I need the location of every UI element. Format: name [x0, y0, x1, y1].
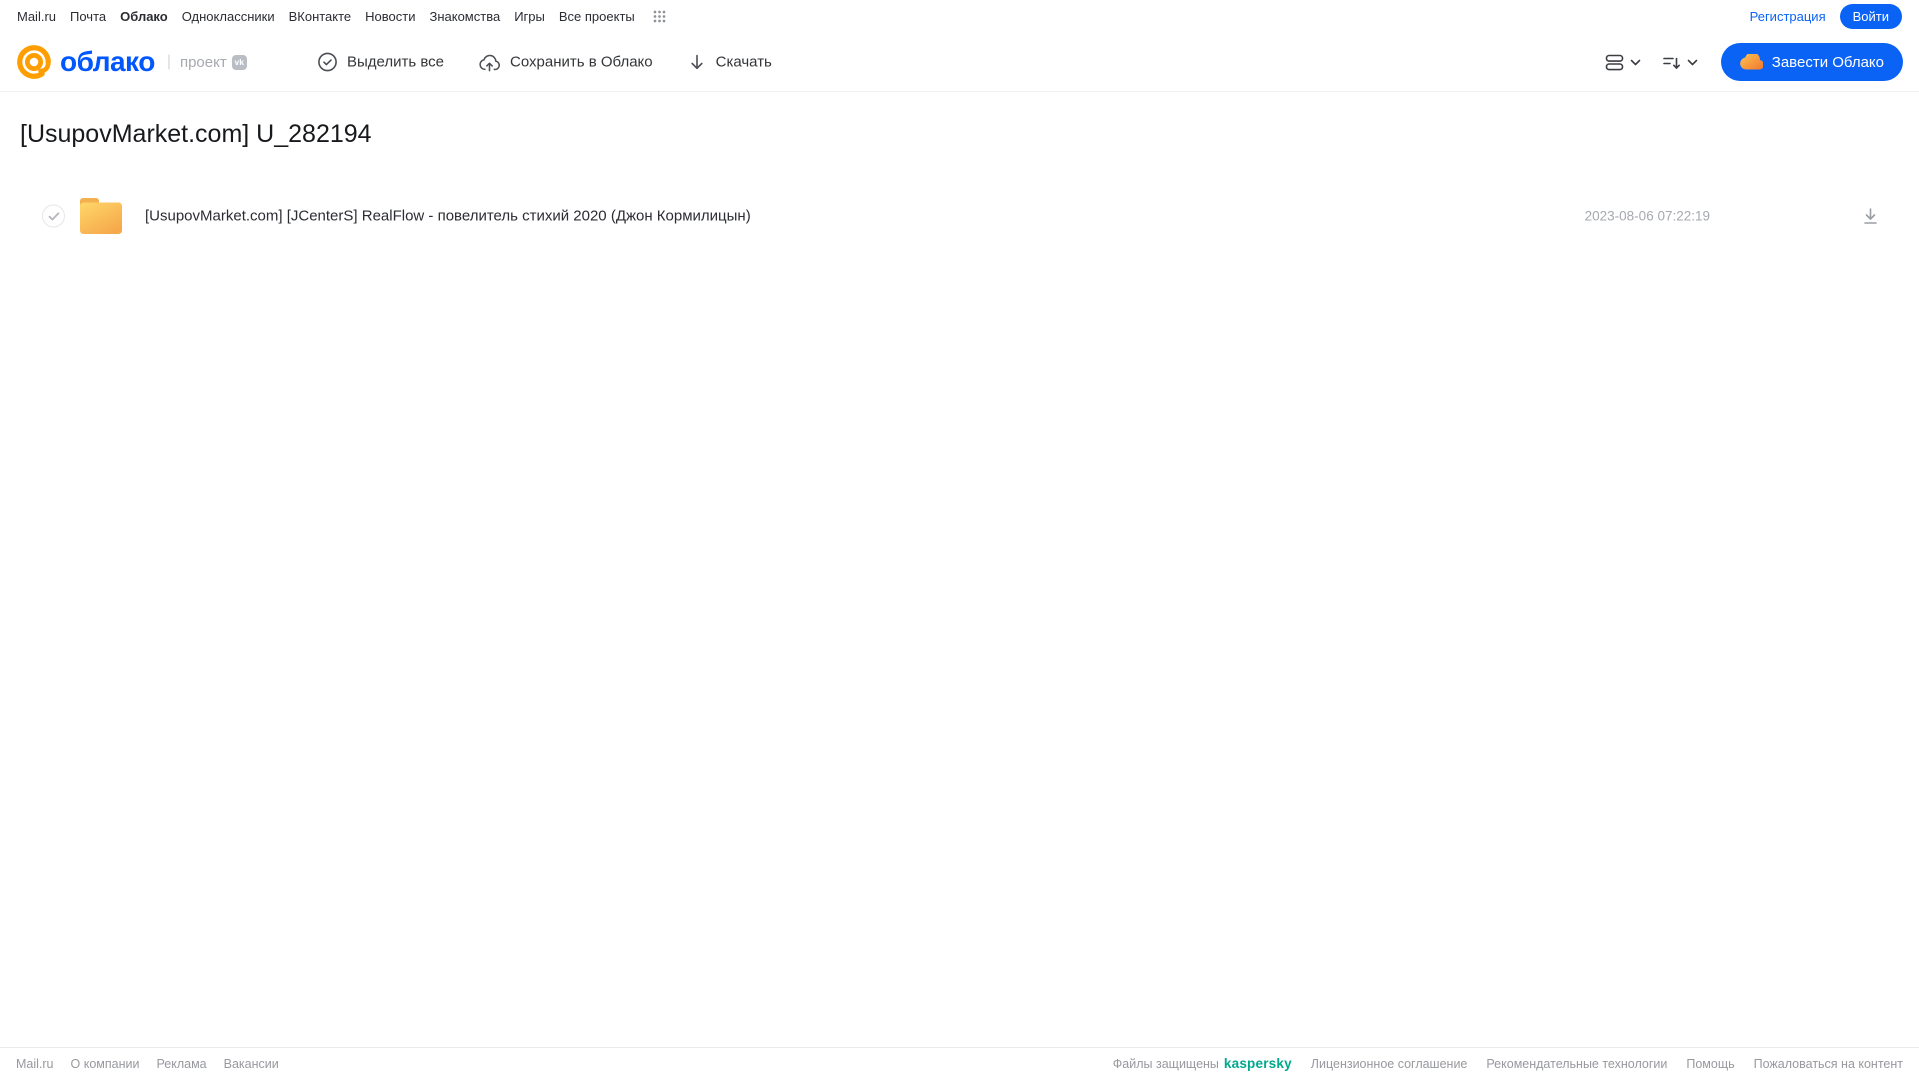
footer-link-about[interactable]: О компании	[71, 1057, 140, 1071]
nav-link-games[interactable]: Игры	[514, 9, 545, 24]
nav-link-all-projects[interactable]: Все проекты	[559, 9, 635, 24]
header-right-controls: Завести Облако	[1601, 43, 1903, 81]
row-checkbox[interactable]	[42, 204, 65, 228]
save-to-cloud-label: Сохранить в Облако	[510, 53, 653, 71]
file-name[interactable]: [UsupovMarket.com] [JCenterS] RealFlow -…	[145, 208, 751, 225]
page-title: [UsupovMarket.com] U_282194	[20, 120, 372, 148]
create-cloud-button[interactable]: Завести Облако	[1720, 43, 1903, 81]
file-date: 2023-08-06 07:22:19	[1584, 208, 1710, 224]
download-label: Скачать	[715, 53, 772, 71]
brand-wordmark: облако	[60, 46, 155, 77]
footer-link-ads[interactable]: Реклама	[156, 1057, 206, 1071]
cloud-upload-icon	[478, 52, 501, 72]
check-circle-icon	[317, 52, 338, 73]
app-header: облако | проект vk Выделить все Сохранит…	[0, 33, 1919, 92]
row-download-icon[interactable]	[1861, 207, 1880, 226]
list-view-icon	[1605, 53, 1624, 72]
select-all-button[interactable]: Выделить все	[317, 52, 444, 73]
footer-link-license[interactable]: Лицензионное соглашение	[1311, 1057, 1468, 1071]
nav-link-vkontakte[interactable]: ВКонтакте	[289, 9, 352, 24]
nav-link-mailru[interactable]: Mail.ru	[17, 9, 56, 24]
view-mode-dropdown[interactable]	[1601, 49, 1645, 76]
sort-dropdown[interactable]	[1658, 50, 1702, 75]
footer-right-links: Файлы защищены kaspersky Лицензионное со…	[1113, 1056, 1903, 1071]
select-all-label: Выделить все	[347, 53, 445, 71]
nav-link-dating[interactable]: Знакомства	[429, 9, 500, 24]
apps-grid-icon[interactable]	[653, 10, 666, 23]
vk-badge-icon: vk	[231, 54, 247, 70]
sort-icon	[1662, 54, 1681, 71]
cloud-mailru-page: Mail.ru Почта Облако Одноклассники ВКонт…	[0, 0, 1919, 1079]
file-row[interactable]: [UsupovMarket.com] [JCenterS] RealFlow -…	[0, 192, 1919, 240]
nav-link-mail[interactable]: Почта	[70, 9, 106, 24]
toolbar-actions: Выделить все Сохранить в Облако Скачать	[317, 52, 772, 73]
mailru-at-icon	[15, 43, 53, 81]
footer-left-links: Mail.ru О компании Реклама Вакансии	[16, 1057, 279, 1071]
folder-icon	[80, 198, 122, 234]
cloud-logo[interactable]: облако | проект vk	[15, 43, 247, 81]
chevron-down-icon	[1630, 59, 1641, 66]
footer-link-mailru[interactable]: Mail.ru	[16, 1057, 54, 1071]
download-button[interactable]: Скачать	[687, 52, 772, 72]
nav-link-news[interactable]: Новости	[365, 9, 415, 24]
cloud-icon	[1739, 54, 1763, 70]
protected-text: Файлы защищены	[1112, 1056, 1219, 1071]
login-button[interactable]: Войти	[1839, 4, 1902, 29]
kaspersky-logo: kaspersky	[1223, 1056, 1292, 1071]
nav-link-cloud[interactable]: Облако	[120, 9, 168, 24]
footer-link-help[interactable]: Помощь	[1686, 1057, 1734, 1071]
portal-nav: Mail.ru Почта Облако Одноклассники ВКонт…	[0, 0, 1919, 33]
chevron-down-icon	[1687, 59, 1698, 66]
portal-nav-links: Mail.ru Почта Облако Одноклассники ВКонт…	[17, 9, 666, 24]
footer: Mail.ru О компании Реклама Вакансии Файл…	[0, 1047, 1919, 1079]
footer-link-jobs[interactable]: Вакансии	[224, 1057, 279, 1071]
register-link[interactable]: Регистрация	[1750, 9, 1826, 24]
files-protected-label: Файлы защищены kaspersky	[1113, 1056, 1292, 1071]
download-arrow-icon	[687, 52, 707, 72]
nav-link-odnoklassniki[interactable]: Одноклассники	[182, 9, 275, 24]
project-label: проект	[179, 53, 227, 71]
footer-link-report[interactable]: Пожаловаться на контент	[1754, 1057, 1903, 1071]
create-cloud-label: Завести Облако	[1771, 53, 1884, 71]
save-to-cloud-button[interactable]: Сохранить в Облако	[478, 52, 653, 72]
footer-link-recommendations[interactable]: Рекомендательные технологии	[1486, 1057, 1667, 1071]
logo-divider: |	[166, 53, 171, 70]
